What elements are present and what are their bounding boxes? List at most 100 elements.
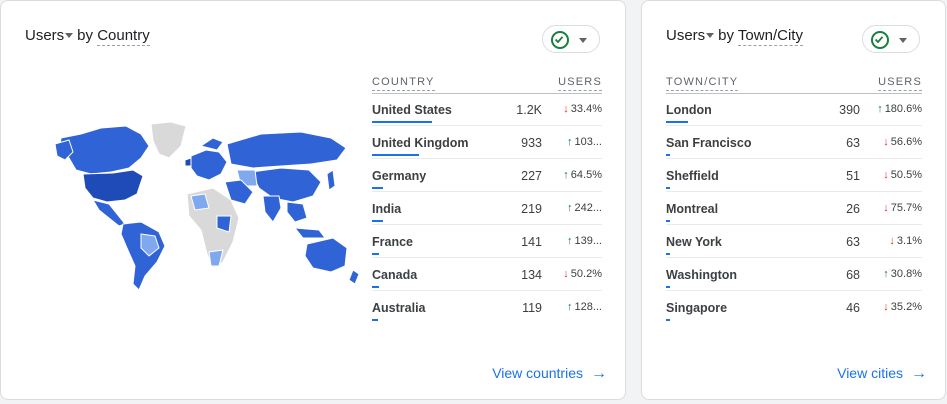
share-bar: [372, 121, 432, 123]
change-percent: 50.5%: [890, 169, 922, 181]
row-name: Germany: [372, 169, 427, 183]
row-name: Montreal: [666, 202, 719, 216]
change-percent: 139...: [574, 235, 602, 247]
city-table: TOWN/CITY USERS London 390 ↑ 180.6% San Fran…: [666, 69, 922, 323]
arrow-up-icon: ↑: [883, 268, 889, 280]
row-value: 26: [846, 202, 860, 216]
map-region: [82, 169, 144, 203]
column-header-users[interactable]: USERS: [558, 76, 602, 91]
metric-selector[interactable]: Users: [666, 27, 718, 44]
change-percent: 242...: [574, 202, 602, 214]
row-change: ↓ 50.5%: [883, 169, 922, 181]
table-row[interactable]: United Kingdom 933 ↑ 103...: [372, 126, 602, 159]
row-name: Australia: [372, 301, 426, 315]
table-row[interactable]: London 390 ↑ 180.6%: [666, 93, 922, 126]
insights-status-button[interactable]: [862, 25, 920, 53]
row-name: United States: [372, 103, 452, 117]
map-region: [199, 137, 224, 151]
view-countries-link[interactable]: View countries →: [492, 365, 607, 383]
chevron-down-icon: [899, 38, 907, 43]
map-region: [190, 149, 228, 181]
country-table: COUNTRY USERS United States 1.2K ↓ 33.4% Uni…: [372, 69, 602, 323]
change-percent: 180.6%: [884, 103, 922, 115]
row-name: Washington: [666, 268, 738, 282]
row-value: 63: [846, 136, 860, 150]
change-percent: 35.2%: [890, 301, 922, 313]
row-value: 933: [521, 136, 542, 150]
row-change: ↓ 50.2%: [563, 268, 602, 280]
card-title: Users by Country: [25, 27, 150, 46]
table-row[interactable]: United States 1.2K ↓ 33.4%: [372, 93, 602, 126]
map-region: [184, 157, 192, 167]
change-percent: 64.5%: [570, 169, 602, 181]
row-change: ↑ 30.8%: [883, 268, 922, 280]
change-percent: 30.8%: [890, 268, 922, 280]
table-row[interactable]: New York 63 ↓ 3.1%: [666, 225, 922, 258]
table-row[interactable]: Germany 227 ↑ 64.5%: [372, 159, 602, 192]
column-header-country[interactable]: COUNTRY: [372, 76, 435, 91]
world-map[interactable]: [41, 116, 366, 296]
change-percent: 33.4%: [570, 103, 602, 115]
row-value: 219: [521, 202, 542, 216]
row-name: San Francisco: [666, 136, 752, 150]
card-title: Users by Town/City: [666, 27, 803, 46]
change-percent: 103...: [574, 136, 602, 148]
table-row[interactable]: San Francisco 63 ↓ 56.6%: [666, 126, 922, 159]
arrow-down-icon: ↓: [889, 235, 895, 247]
arrow-up-icon: ↑: [566, 202, 573, 214]
share-bar: [666, 286, 670, 288]
dimension-selector[interactable]: Town/City: [737, 27, 803, 46]
row-value: 119: [522, 301, 542, 315]
map-region: [120, 221, 166, 291]
share-bar: [666, 187, 670, 189]
table-row[interactable]: Sheffield 51 ↓ 50.5%: [666, 159, 922, 192]
chevron-down-icon: [579, 38, 587, 43]
map-region: [286, 201, 308, 223]
table-header: TOWN/CITY USERS: [666, 69, 922, 94]
table-row[interactable]: Washington 68 ↑ 30.8%: [666, 258, 922, 291]
view-cities-link[interactable]: View cities →: [837, 365, 927, 383]
map-region: [326, 169, 336, 191]
column-header-users[interactable]: USERS: [878, 76, 922, 91]
share-bar: [372, 154, 419, 156]
table-body: United States 1.2K ↓ 33.4% United Kingdom 933…: [372, 93, 602, 323]
arrow-up-icon: ↑: [566, 235, 573, 247]
row-name: France: [372, 235, 413, 249]
arrow-down-icon: ↓: [883, 136, 889, 148]
column-header-city[interactable]: TOWN/CITY: [666, 76, 739, 91]
share-bar: [372, 253, 379, 255]
table-row[interactable]: Montreal 26 ↓ 75.7%: [666, 192, 922, 225]
arrow-down-icon: ↓: [883, 301, 889, 313]
table-row[interactable]: Australia 119 ↑ 128...: [372, 291, 602, 323]
check-circle-icon: [871, 31, 889, 49]
row-value: 1.2K: [516, 103, 542, 117]
row-value: 141: [521, 235, 542, 249]
row-change: ↑ 180.6%: [877, 103, 922, 115]
table-header: COUNTRY USERS: [372, 69, 602, 94]
row-value: 134: [521, 268, 542, 282]
row-name: New York: [666, 235, 722, 249]
map-region: [226, 131, 347, 169]
row-change: ↑ 242...: [567, 202, 602, 214]
dimension-selector[interactable]: Country: [97, 27, 150, 46]
map-region: [150, 121, 187, 159]
map-region: [304, 237, 348, 273]
row-value: 68: [846, 268, 860, 282]
metric-selector[interactable]: Users: [25, 27, 77, 44]
change-percent: 50.2%: [570, 268, 602, 280]
table-row[interactable]: Singapore 46 ↓ 35.2%: [666, 291, 922, 323]
table-row[interactable]: Canada 134 ↓ 50.2%: [372, 258, 602, 291]
row-change: ↓ 3.1%: [889, 235, 922, 247]
arrow-up-icon: ↑: [566, 301, 573, 313]
row-change: ↑ 64.5%: [563, 169, 602, 181]
insights-status-button[interactable]: [542, 25, 600, 53]
map-region: [348, 269, 360, 285]
row-change: ↑ 128...: [567, 301, 602, 313]
table-row[interactable]: India 219 ↑ 242...: [372, 192, 602, 225]
table-row[interactable]: France 141 ↑ 139...: [372, 225, 602, 258]
arrow-down-icon: ↓: [883, 169, 889, 181]
row-value: 390: [839, 103, 860, 117]
row-name: India: [372, 202, 402, 216]
share-bar: [666, 154, 670, 156]
share-bar: [372, 286, 379, 288]
